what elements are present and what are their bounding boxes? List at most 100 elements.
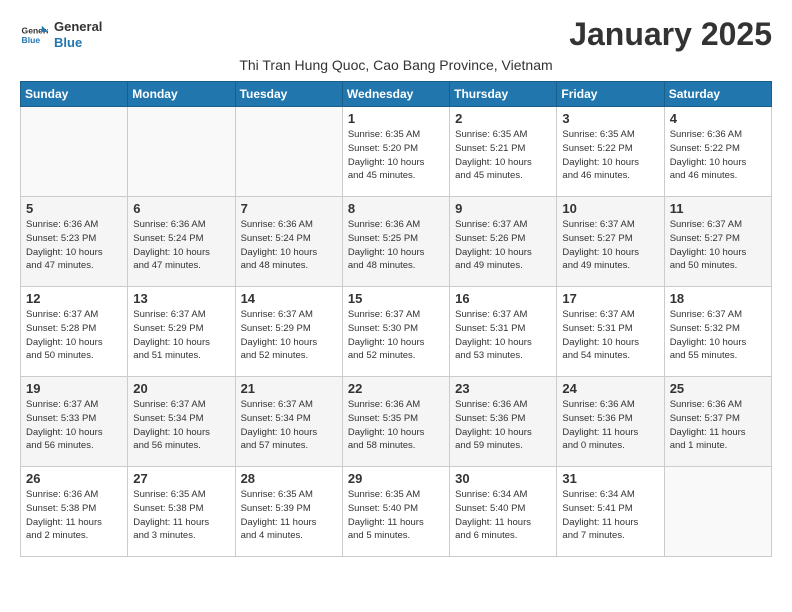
calendar-cell: 13 Sunrise: 6:37 AMSunset: 5:29 PMDayligh… [128,287,235,377]
day-number: 12 [26,291,122,306]
calendar-cell: 18 Sunrise: 6:37 AMSunset: 5:32 PMDayligh… [664,287,771,377]
svg-text:Blue: Blue [22,34,41,44]
day-number: 24 [562,381,658,396]
calendar-cell: 2 Sunrise: 6:35 AMSunset: 5:21 PMDaylight… [450,107,557,197]
calendar-cell: 8Sunrise: 6:36 AMSunset: 5:25 PMDaylight… [342,197,449,287]
day-info: Sunrise: 6:37 AMSunset: 5:32 PMDaylight:… [670,308,766,363]
calendar-cell: 22 Sunrise: 6:36 AMSunset: 5:35 PMDayligh… [342,377,449,467]
day-info: Sunrise: 6:37 AMSunset: 5:34 PMDaylight:… [133,398,229,453]
day-number: 15 [348,291,444,306]
day-info: Sunrise: 6:36 AMSunset: 5:24 PMDaylight:… [133,218,229,273]
calendar-cell: 27 Sunrise: 6:35 AMSunset: 5:38 PMDayligh… [128,467,235,557]
column-header-monday: Monday [128,82,235,107]
day-info: Sunrise: 6:37 AMSunset: 5:27 PMDaylight:… [670,218,766,273]
day-number: 7 [241,201,337,216]
day-number: 18 [670,291,766,306]
day-number: 5 [26,201,122,216]
day-info: Sunrise: 6:37 AMSunset: 5:29 PMDaylight:… [241,308,337,363]
calendar-cell: 7 Sunrise: 6:36 AMSunset: 5:24 PMDaylight… [235,197,342,287]
calendar-cell [128,107,235,197]
day-number: 6 [133,201,229,216]
day-info: Sunrise: 6:36 AMSunset: 5:22 PMDaylight:… [670,128,766,183]
day-info: Sunrise: 6:35 AMSunset: 5:21 PMDaylight:… [455,128,551,183]
day-number: 9 [455,201,551,216]
day-number: 29 [348,471,444,486]
calendar-cell: 14 Sunrise: 6:37 AMSunset: 5:29 PMDayligh… [235,287,342,377]
day-number: 4 [670,111,766,126]
calendar-table: SundayMondayTuesdayWednesdayThursdayFrid… [20,81,772,557]
day-number: 27 [133,471,229,486]
day-number: 1 [348,111,444,126]
day-info: Sunrise: 6:37 AMSunset: 5:27 PMDaylight:… [562,218,658,273]
calendar-cell: 4 Sunrise: 6:36 AMSunset: 5:22 PMDaylight… [664,107,771,197]
calendar-title: January 2025 [569,16,772,53]
day-info: Sunrise: 6:36 AMSunset: 5:36 PMDaylight:… [562,398,658,453]
day-info: Sunrise: 6:37 AMSunset: 5:31 PMDaylight:… [455,308,551,363]
calendar-week-5: 26Sunrise: 6:36 AMSunset: 5:38 PMDayligh… [21,467,772,557]
day-info: Sunrise: 6:36 AMSunset: 5:36 PMDaylight:… [455,398,551,453]
calendar-week-2: 5 Sunrise: 6:36 AMSunset: 5:23 PMDaylight… [21,197,772,287]
column-header-friday: Friday [557,82,664,107]
day-info: Sunrise: 6:36 AMSunset: 5:37 PMDaylight:… [670,398,766,453]
day-info: Sunrise: 6:36 AMSunset: 5:23 PMDaylight:… [26,218,122,273]
day-number: 13 [133,291,229,306]
day-number: 26 [26,471,122,486]
day-info: Sunrise: 6:35 AMSunset: 5:40 PMDaylight:… [348,488,444,543]
subtitle: Thi Tran Hung Quoc, Cao Bang Province, V… [20,57,772,73]
day-info: Sunrise: 6:37 AMSunset: 5:28 PMDaylight:… [26,308,122,363]
day-info: Sunrise: 6:35 AMSunset: 5:38 PMDaylight:… [133,488,229,543]
day-number: 2 [455,111,551,126]
calendar-cell: 15 Sunrise: 6:37 AMSunset: 5:30 PMDayligh… [342,287,449,377]
day-info: Sunrise: 6:37 AMSunset: 5:30 PMDaylight:… [348,308,444,363]
day-info: Sunrise: 6:36 AMSunset: 5:35 PMDaylight:… [348,398,444,453]
day-info: Sunrise: 6:37 AMSunset: 5:29 PMDaylight:… [133,308,229,363]
day-info: Sunrise: 6:36 AMSunset: 5:24 PMDaylight:… [241,218,337,273]
day-number: 28 [241,471,337,486]
day-info: Sunrise: 6:37 AMSunset: 5:26 PMDaylight:… [455,218,551,273]
day-number: 10 [562,201,658,216]
calendar-week-4: 19Sunrise: 6:37 AMSunset: 5:33 PMDayligh… [21,377,772,467]
day-info: Sunrise: 6:36 AMSunset: 5:25 PMDaylight:… [348,218,444,273]
calendar-cell [235,107,342,197]
day-info: Sunrise: 6:34 AMSunset: 5:40 PMDaylight:… [455,488,551,543]
calendar-cell: 28 Sunrise: 6:35 AMSunset: 5:39 PMDayligh… [235,467,342,557]
day-number: 23 [455,381,551,396]
calendar-cell: 30 Sunrise: 6:34 AMSunset: 5:40 PMDayligh… [450,467,557,557]
calendar-cell: 9 Sunrise: 6:37 AMSunset: 5:26 PMDaylight… [450,197,557,287]
calendar-cell: 25Sunrise: 6:36 AMSunset: 5:37 PMDayligh… [664,377,771,467]
calendar-cell [21,107,128,197]
day-info: Sunrise: 6:37 AMSunset: 5:34 PMDaylight:… [241,398,337,453]
logo-line1: General [54,19,102,35]
calendar-cell: 24 Sunrise: 6:36 AMSunset: 5:36 PMDayligh… [557,377,664,467]
calendar-cell: 31Sunrise: 6:34 AMSunset: 5:41 PMDayligh… [557,467,664,557]
header: General Blue General Blue January 2025 [20,16,772,53]
column-header-tuesday: Tuesday [235,82,342,107]
column-header-wednesday: Wednesday [342,82,449,107]
day-number: 20 [133,381,229,396]
day-number: 17 [562,291,658,306]
calendar-cell: 6 Sunrise: 6:36 AMSunset: 5:24 PMDaylight… [128,197,235,287]
day-info: Sunrise: 6:35 AMSunset: 5:22 PMDaylight:… [562,128,658,183]
calendar-cell: 1Sunrise: 6:35 AMSunset: 5:20 PMDaylight… [342,107,449,197]
day-number: 31 [562,471,658,486]
day-number: 21 [241,381,337,396]
day-info: Sunrise: 6:35 AMSunset: 5:39 PMDaylight:… [241,488,337,543]
calendar-cell: 26Sunrise: 6:36 AMSunset: 5:38 PMDayligh… [21,467,128,557]
column-header-saturday: Saturday [664,82,771,107]
calendar-week-1: 1Sunrise: 6:35 AMSunset: 5:20 PMDaylight… [21,107,772,197]
column-header-thursday: Thursday [450,82,557,107]
day-number: 14 [241,291,337,306]
calendar-cell: 23 Sunrise: 6:36 AMSunset: 5:36 PMDayligh… [450,377,557,467]
calendar-cell: 21 Sunrise: 6:37 AMSunset: 5:34 PMDayligh… [235,377,342,467]
day-number: 22 [348,381,444,396]
calendar-cell: 10 Sunrise: 6:37 AMSunset: 5:27 PMDayligh… [557,197,664,287]
calendar-cell: 5 Sunrise: 6:36 AMSunset: 5:23 PMDaylight… [21,197,128,287]
day-number: 19 [26,381,122,396]
calendar-cell: 3 Sunrise: 6:35 AMSunset: 5:22 PMDaylight… [557,107,664,197]
day-number: 16 [455,291,551,306]
calendar-cell: 20 Sunrise: 6:37 AMSunset: 5:34 PMDayligh… [128,377,235,467]
logo-line2: Blue [54,35,102,51]
calendar-cell: 29 Sunrise: 6:35 AMSunset: 5:40 PMDayligh… [342,467,449,557]
day-number: 3 [562,111,658,126]
day-number: 30 [455,471,551,486]
